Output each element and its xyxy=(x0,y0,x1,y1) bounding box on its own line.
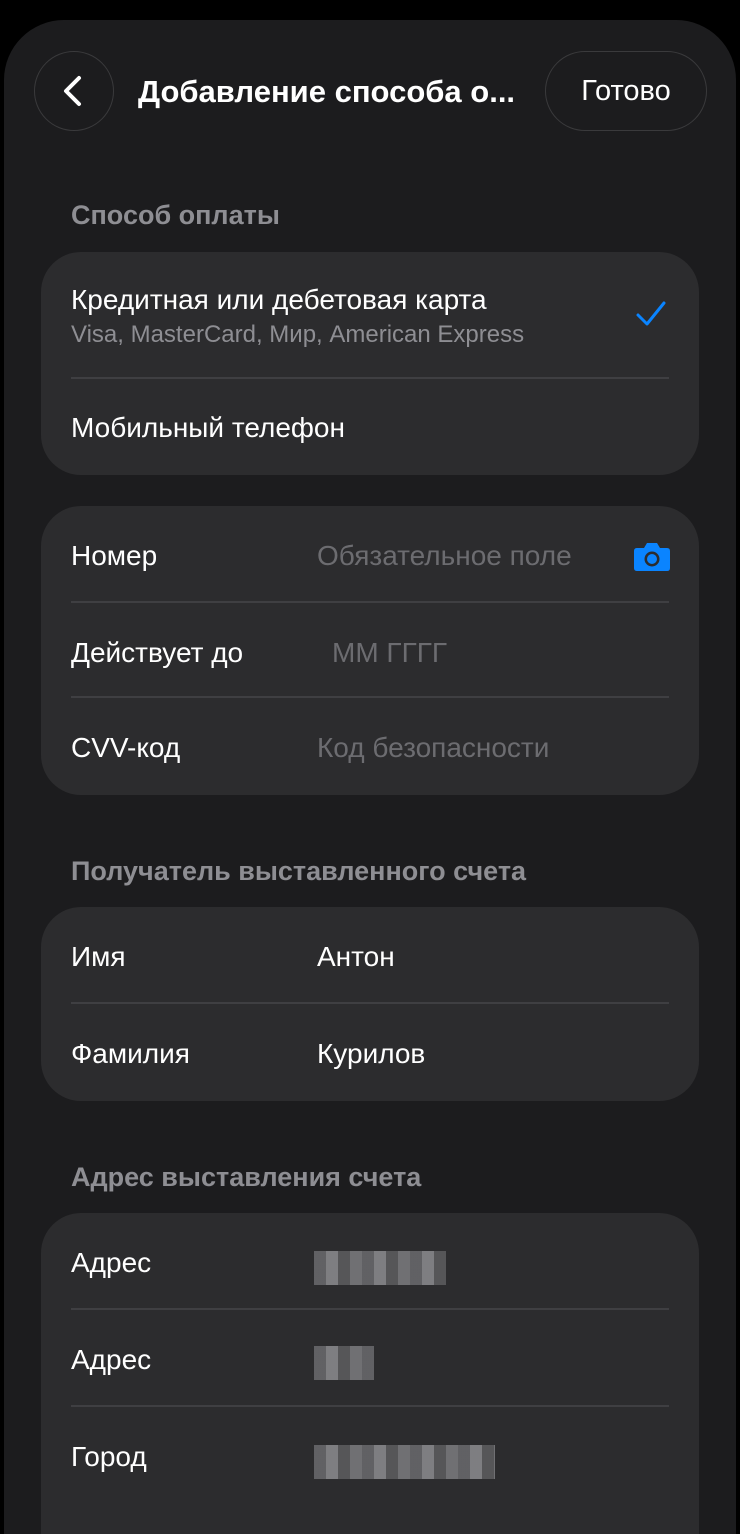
card-details-card: Номер Обязательное поле Действует до ММ … xyxy=(41,506,699,795)
cvv-label: CVV-код xyxy=(71,732,181,763)
number-row[interactable]: Номер Обязательное поле xyxy=(41,506,699,602)
redacted-value[interactable] xyxy=(314,1445,495,1479)
cvv-input[interactable]: Код безопасности xyxy=(317,730,549,766)
address-label-2: Адрес xyxy=(71,1344,152,1375)
city-row[interactable]: Город xyxy=(41,1407,699,1503)
first-name-row[interactable]: Имя Антон xyxy=(41,907,699,1003)
last-name-row[interactable]: Фамилия Курилов xyxy=(41,1004,699,1101)
redacted-value[interactable] xyxy=(314,1251,446,1285)
number-input[interactable]: Обязательное поле xyxy=(317,538,572,574)
checkmark-icon xyxy=(636,301,666,326)
section-label-recipient: Получатель выставленного счета xyxy=(71,856,527,886)
payment-sheet: Добавление способа о... Готово Способ оп… xyxy=(4,20,736,1534)
cvv-row[interactable]: CVV-код Код безопасности xyxy=(41,698,699,795)
option-credit-card-sub: Visa, MasterCard, Мир, American Express xyxy=(71,321,525,348)
option-mobile-phone-label: Мобильный телефон xyxy=(71,412,345,443)
done-button[interactable]: Готово xyxy=(545,51,707,131)
city-label: Город xyxy=(71,1441,147,1472)
option-credit-card[interactable]: Кредитная или дебетовая карта Visa, Mast… xyxy=(41,252,699,378)
expiry-row[interactable]: Действует до ММ ГГГГ xyxy=(41,603,699,698)
option-mobile-phone[interactable]: Мобильный телефон xyxy=(41,379,699,475)
section-label-payment: Способ оплаты xyxy=(71,200,280,230)
address-label-1: Адрес xyxy=(71,1247,152,1278)
expiry-label: Действует до xyxy=(71,637,244,668)
first-name-label: Имя xyxy=(71,941,126,972)
page-title: Добавление способа о... xyxy=(138,74,516,109)
number-label: Номер xyxy=(71,540,158,571)
payment-method-card: Кредитная или дебетовая карта Visa, Mast… xyxy=(41,252,699,475)
chevron-left-icon xyxy=(64,76,81,106)
last-name-input[interactable]: Курилов xyxy=(317,1036,425,1072)
recipient-card: Имя Антон Фамилия Курилов xyxy=(41,907,699,1101)
last-name-label: Фамилия xyxy=(71,1038,190,1069)
first-name-input[interactable]: Антон xyxy=(317,939,395,975)
address-card: Адрес Адрес Город xyxy=(41,1213,699,1534)
section-label-address: Адрес выставления счета xyxy=(71,1162,422,1192)
header: Добавление способа о... Готово xyxy=(4,20,736,160)
redacted-value[interactable] xyxy=(314,1346,374,1380)
address-row-2[interactable]: Адрес xyxy=(41,1310,699,1406)
camera-icon[interactable] xyxy=(633,540,671,572)
back-button[interactable] xyxy=(34,51,114,131)
address-row-1[interactable]: Адрес xyxy=(41,1213,699,1309)
option-credit-card-label: Кредитная или дебетовая карта xyxy=(71,284,487,315)
expiry-input[interactable]: ММ ГГГГ xyxy=(332,635,447,671)
